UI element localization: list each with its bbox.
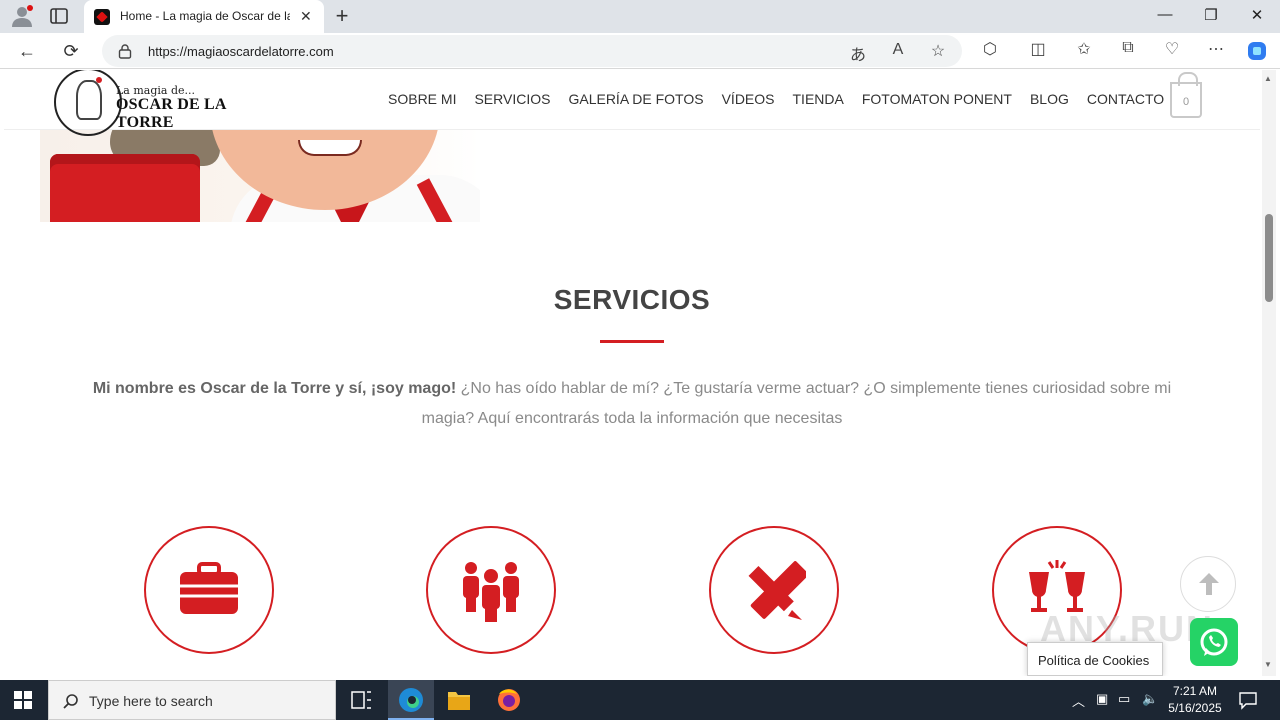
scroll-up-icon[interactable]: ▲ — [1264, 74, 1272, 83]
title-divider — [600, 340, 664, 343]
close-window-icon[interactable]: ✕ — [1242, 6, 1272, 24]
site-logo[interactable]: La magia de... OSCAR DE LA TORRE — [54, 70, 284, 138]
nav-blog[interactable]: BLOG — [1030, 91, 1069, 107]
site-header: La magia de... OSCAR DE LA TORRE SOBRE M… — [4, 70, 1260, 136]
edge-taskbar-icon[interactable] — [388, 680, 434, 720]
back-icon[interactable]: ← — [14, 39, 40, 63]
meet-now-icon[interactable]: ▣ — [1096, 691, 1108, 707]
network-icon[interactable]: ▭ — [1118, 691, 1130, 707]
nav-tienda[interactable]: TIENDA — [793, 91, 844, 107]
nav-fotomaton[interactable]: FOTOMATON PONENT — [862, 91, 1012, 107]
clock-date: 5/16/2025 — [1168, 701, 1222, 715]
windows-start-icon[interactable] — [14, 691, 32, 709]
copilot-icon[interactable] — [1246, 40, 1268, 62]
logo-name: OSCAR DE LA TORRE — [116, 96, 226, 131]
service-circle-1[interactable] — [144, 526, 274, 654]
more-menu-icon[interactable]: ⋯ — [1204, 39, 1228, 59]
nav-sobre-mi[interactable]: SOBRE MI — [388, 91, 456, 107]
collections-icon[interactable]: ⧉ — [1116, 39, 1140, 57]
address-bar[interactable]: https://magiaoscardelatorre.com あ A ☆ — [102, 35, 962, 67]
search-placeholder: Type here to search — [89, 693, 213, 709]
service-circle-3[interactable] — [709, 526, 839, 654]
file-explorer-icon[interactable] — [436, 680, 482, 720]
web-page: La magia de... OSCAR DE LA TORRE SOBRE M… — [4, 70, 1260, 676]
nav-servicios[interactable]: SERVICIOS — [474, 91, 550, 107]
intro-text: ¿No has oído hablar de mí? ¿Te gustaría … — [421, 380, 1172, 427]
profile-icon[interactable] — [10, 5, 34, 27]
nav-videos[interactable]: VÍDEOS — [722, 91, 775, 107]
tab-actions-icon[interactable] — [48, 6, 70, 26]
tab-title: Home - La magia de Oscar de la Torre — [120, 9, 290, 23]
tab-home[interactable]: Home - La magia de Oscar de la Torre ✕ — [84, 0, 324, 33]
tray-overflow-icon[interactable]: ︿ — [1072, 691, 1085, 710]
nav-galeria[interactable]: GALERÍA DE FOTOS — [568, 91, 703, 107]
notifications-icon[interactable] — [1238, 690, 1258, 710]
close-tab-icon[interactable]: ✕ — [300, 8, 312, 25]
url-text[interactable]: https://magiaoscardelatorre.com — [148, 44, 334, 59]
clock-time: 7:21 AM — [1172, 684, 1218, 698]
section-intro: Mi nombre es Oscar de la Torre y sí, ¡so… — [90, 374, 1174, 434]
page-scrollbar[interactable]: ▲ ▼ — [1262, 70, 1276, 676]
taskbar: Type here to search ︿ ▣ ▭ 🔈 7:21 AM 5/16… — [0, 680, 1280, 720]
lock-icon[interactable] — [118, 43, 132, 59]
search-icon — [63, 694, 78, 709]
briefcase-icon — [180, 562, 238, 614]
translate-icon[interactable]: あ — [846, 41, 870, 65]
pencil-ruler-icon — [748, 561, 806, 620]
task-view-icon[interactable] — [338, 680, 384, 720]
new-tab-button[interactable]: + — [330, 3, 354, 29]
people-icon — [463, 562, 519, 622]
service-circle-2[interactable] — [426, 526, 556, 654]
refresh-icon[interactable]: ⟳ — [58, 39, 84, 63]
browser-toolbar: ← ⟳ https://magiaoscardelatorre.com あ A … — [0, 33, 1280, 69]
favorite-star-icon[interactable]: ☆ — [926, 41, 950, 61]
scrollbar-thumb[interactable] — [1265, 214, 1273, 302]
main-nav: SOBRE MI SERVICIOS GALERÍA DE FOTOS VÍDE… — [388, 91, 1182, 107]
cart-icon[interactable]: 0 — [1170, 72, 1202, 118]
whatsapp-icon — [1200, 628, 1228, 656]
split-screen-icon[interactable]: ◫ — [1026, 39, 1050, 59]
browser-tab-bar: Home - La magia de Oscar de la Torre ✕ +… — [0, 0, 1280, 33]
favorites-icon[interactable]: ✩ — [1072, 39, 1096, 59]
cart-count: 0 — [1182, 96, 1190, 108]
section-title: SERVICIOS — [553, 284, 711, 315]
nav-contacto[interactable]: CONTACTO — [1087, 91, 1164, 107]
extensions-icon[interactable]: ⬡ — [978, 39, 1002, 59]
firefox-icon[interactable] — [486, 680, 532, 720]
read-aloud-icon[interactable]: A — [886, 41, 910, 59]
volume-icon[interactable]: 🔈 — [1142, 691, 1158, 707]
scroll-down-icon[interactable]: ▼ — [1264, 660, 1272, 669]
performance-icon[interactable]: ♡ — [1160, 39, 1184, 59]
minimize-icon[interactable]: — — [1150, 6, 1180, 23]
taskbar-clock[interactable]: 7:21 AM 5/16/2025 — [1160, 683, 1230, 717]
restore-icon[interactable]: ❐ — [1196, 6, 1226, 24]
intro-bold: Mi nombre es Oscar de la Torre y sí, ¡so… — [92, 380, 457, 397]
taskbar-search[interactable]: Type here to search — [48, 680, 336, 720]
site-favicon-icon — [94, 9, 110, 25]
arrow-up-icon — [1199, 573, 1219, 595]
whatsapp-button[interactable] — [1190, 618, 1238, 666]
logo-emblem-icon — [54, 70, 122, 136]
cookie-policy-button[interactable]: Política de Cookies — [1027, 642, 1163, 676]
scroll-to-top-button[interactable] — [1180, 556, 1236, 612]
